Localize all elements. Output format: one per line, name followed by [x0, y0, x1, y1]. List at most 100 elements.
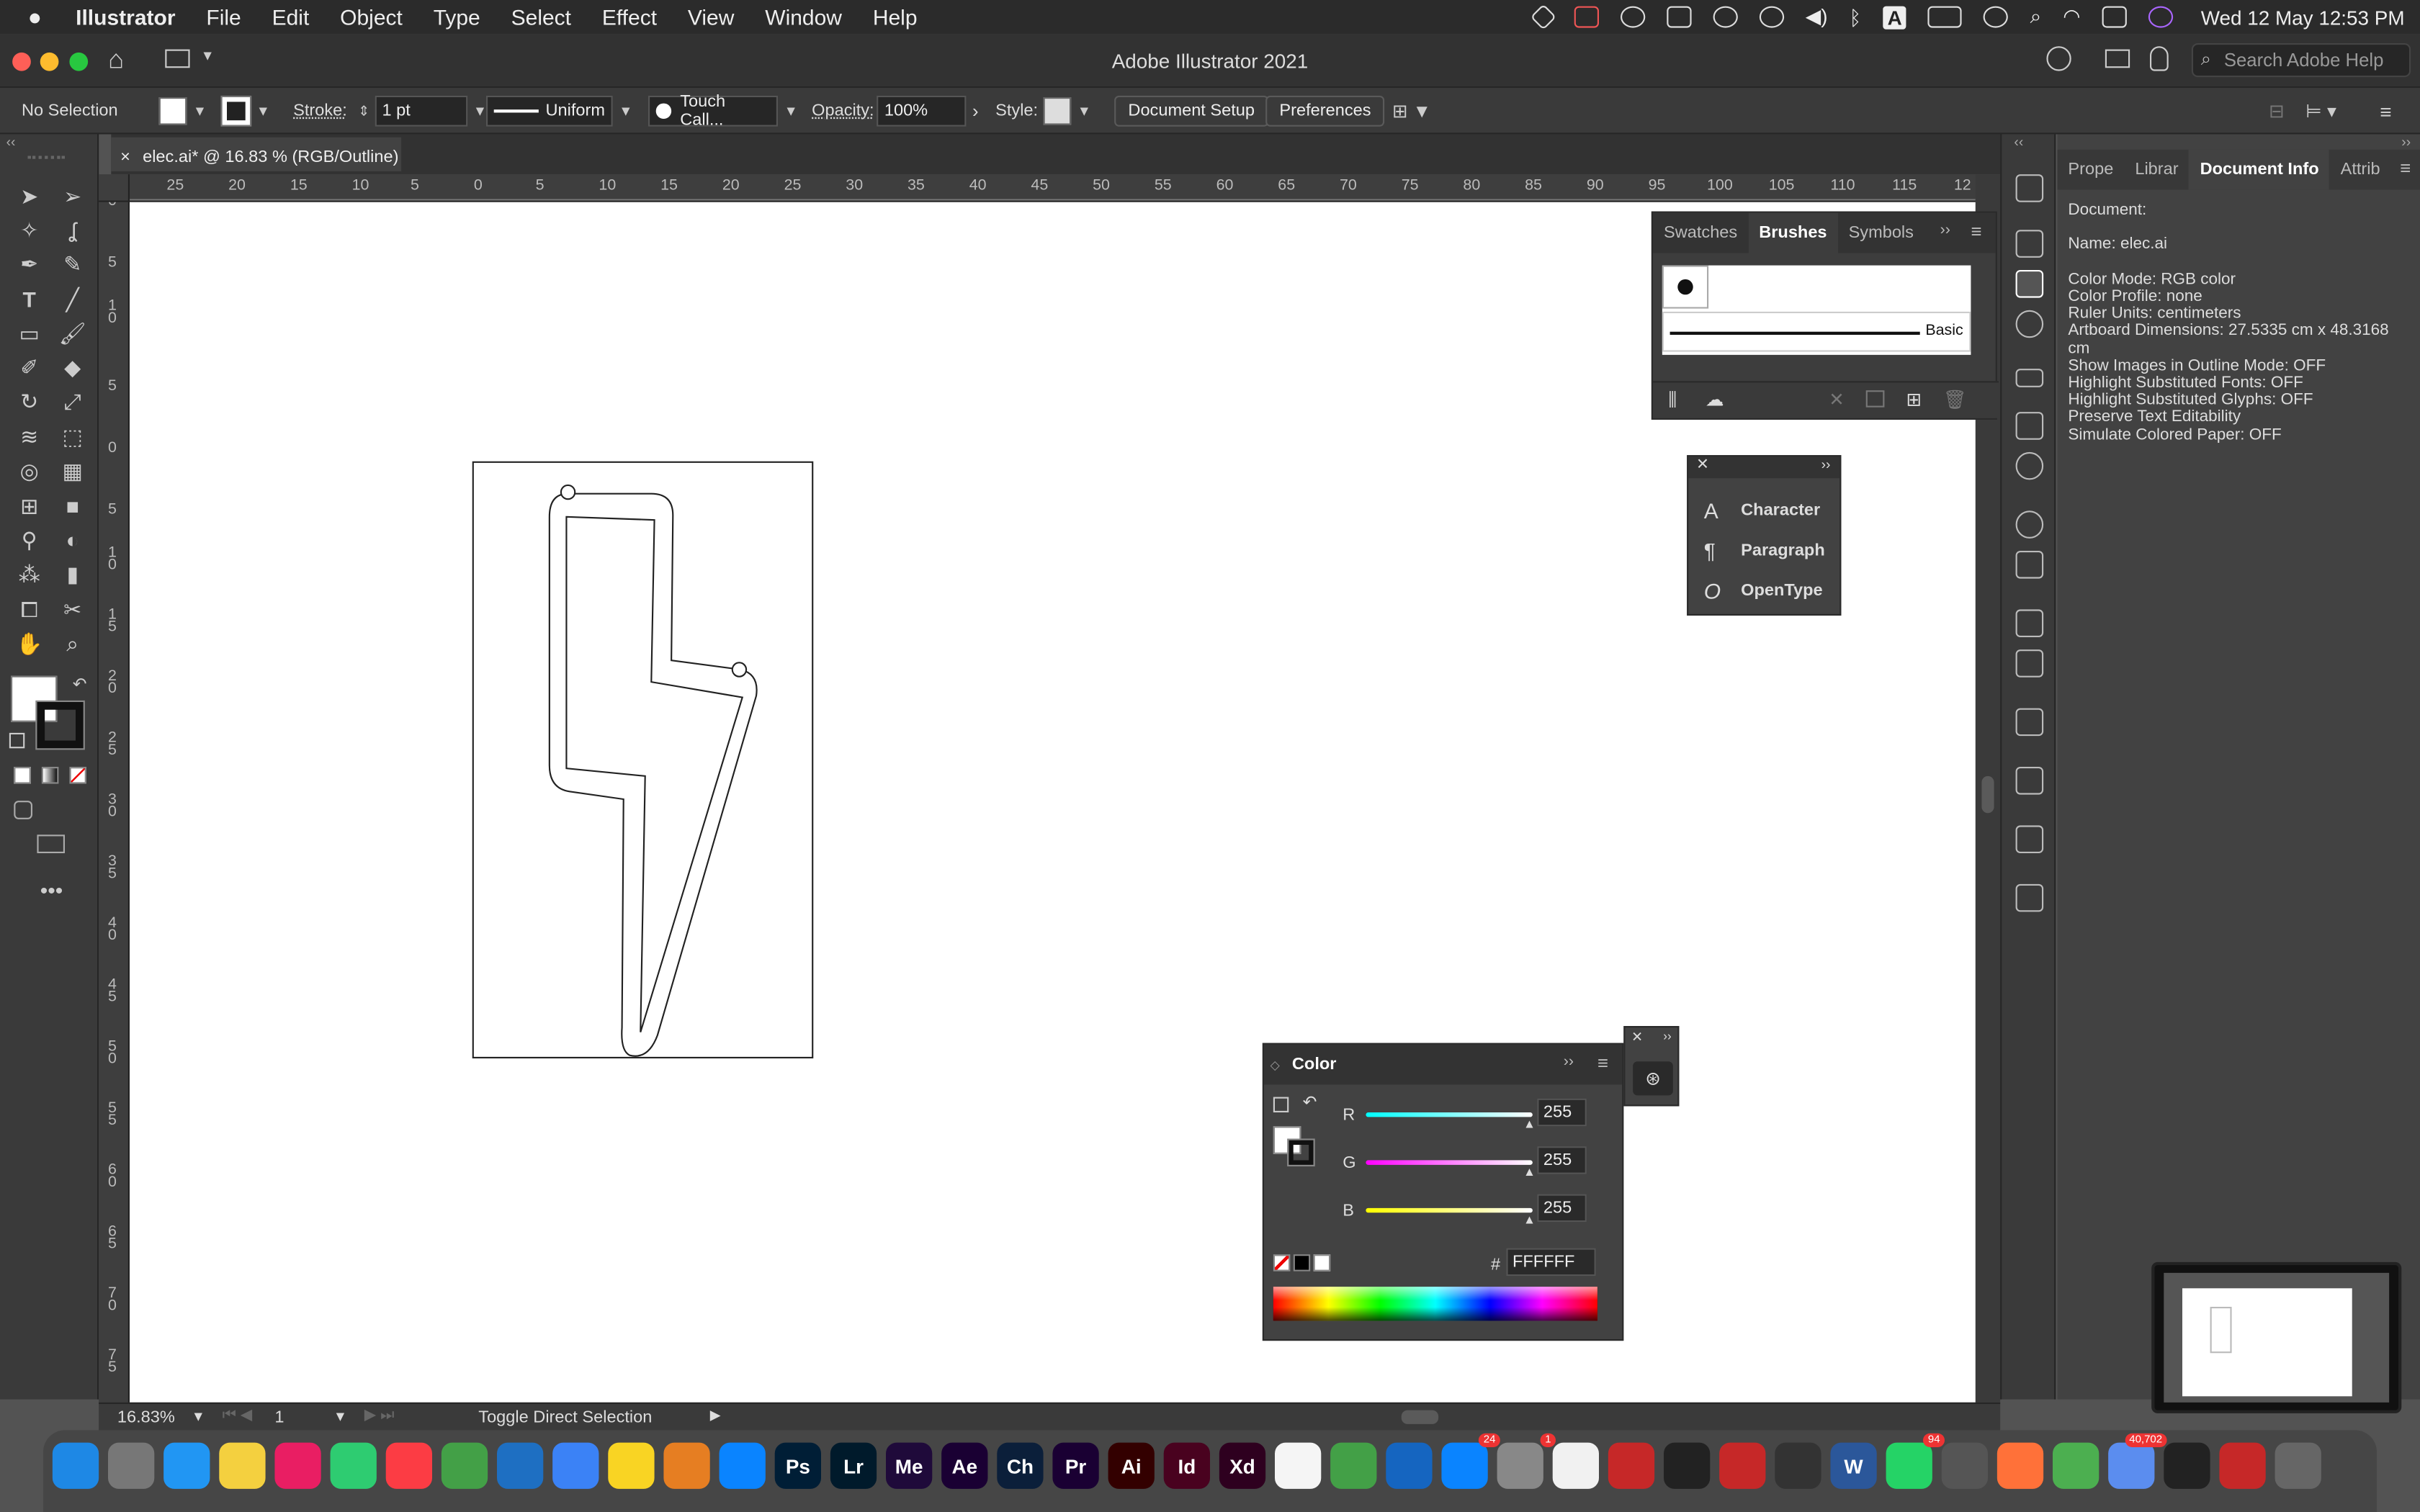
green-slider[interactable]	[1366, 1160, 1533, 1165]
document-setup-button[interactable]: Document Setup	[1114, 95, 1269, 127]
dock-app-icon[interactable]: Me	[886, 1442, 933, 1489]
dock-app-icon[interactable]	[552, 1442, 599, 1489]
tray-app-icon[interactable]	[1574, 6, 1599, 28]
opacity-field-wrap[interactable]: 100% ›	[877, 95, 979, 127]
dock-app-icon[interactable]	[163, 1442, 210, 1489]
chevron-down-icon[interactable]: ▼	[1077, 104, 1091, 119]
tab-attributes[interactable]: Attrib	[2330, 150, 2391, 190]
preferences-button[interactable]: Preferences	[1265, 95, 1385, 127]
battery-icon[interactable]	[1928, 6, 1963, 28]
line-tool-icon[interactable]: ╱	[55, 284, 89, 315]
control-center-icon[interactable]	[2102, 6, 2127, 28]
dock-app-icon[interactable]: 94	[1886, 1433, 1945, 1489]
tray-screen-icon[interactable]	[1666, 6, 1692, 28]
screen-thumbnail[interactable]	[2151, 1261, 2402, 1413]
menu-view[interactable]: View	[688, 4, 734, 29]
horizontal-ruler[interactable]: 25 20 15 10 5 0 5 10 15 20 25 30 35 40 4…	[130, 174, 1976, 202]
tray-app-icon[interactable]	[1620, 6, 1645, 28]
chevron-down-icon[interactable]: ▼	[333, 1408, 347, 1423]
brush-libraries-icon[interactable]: ⫼	[1668, 389, 1677, 412]
graphic-style-swatch[interactable]: ▼	[1043, 96, 1091, 127]
type-tool-icon[interactable]: T	[12, 284, 46, 315]
dock-app-icon[interactable]	[1386, 1442, 1433, 1489]
appearance-icon[interactable]	[2015, 510, 2044, 539]
chevron-down-icon[interactable]: ▼	[784, 104, 798, 119]
perspective-grid-tool-icon[interactable]: ▦	[55, 455, 89, 486]
swap-fill-stroke-icon[interactable]: ↶	[73, 674, 87, 695]
eyedropper-tool-icon[interactable]: ⚲	[12, 525, 46, 556]
delete-brush-icon[interactable]: 🗑	[1943, 389, 1967, 410]
rectangle-tool-icon[interactable]: ▭	[12, 318, 46, 348]
slice-tool-icon[interactable]: ✂	[55, 594, 89, 625]
lightbulb-icon[interactable]	[2150, 46, 2169, 71]
rotate-tool-icon[interactable]: ↻	[12, 386, 46, 417]
status-menu-icon[interactable]: ▶	[710, 1407, 721, 1424]
more-tools-icon[interactable]: •••	[40, 878, 63, 902]
siri-icon[interactable]	[2148, 6, 2174, 28]
free-transform-tool-icon[interactable]: ⬚	[55, 421, 89, 452]
dock-app-icon[interactable]	[52, 1442, 99, 1489]
selection-tool-icon[interactable]: ➤	[12, 181, 46, 212]
dock-app-icon[interactable]	[2164, 1442, 2210, 1489]
dock-app-icon[interactable]	[1941, 1442, 1988, 1489]
dock-app-icon[interactable]: Lr	[830, 1442, 877, 1489]
white-color-swatch[interactable]	[1313, 1254, 1331, 1272]
color-guide-icon[interactable]: ⊛	[1633, 1061, 1673, 1096]
shape-builder-tool-icon[interactable]: ◎	[12, 455, 46, 486]
menu-file[interactable]: File	[206, 4, 241, 29]
color-mode-icon[interactable]	[14, 767, 31, 784]
dock-app-icon[interactable]	[330, 1442, 377, 1489]
stroke-icon[interactable]	[2015, 369, 2044, 387]
menu-object[interactable]: Object	[340, 4, 403, 29]
default-fill-stroke-icon[interactable]	[9, 732, 25, 749]
lasso-tool-icon[interactable]: ʆ	[55, 215, 89, 246]
dock-app-icon[interactable]	[608, 1442, 655, 1489]
dock-app-icon[interactable]	[2275, 1442, 2321, 1489]
align-icon[interactable]	[2015, 825, 2044, 853]
dock-app-icon[interactable]	[1719, 1442, 1766, 1489]
collapse-icon[interactable]: ‹‹	[2014, 134, 2023, 149]
wifi-icon[interactable]: ◠	[2063, 4, 2080, 29]
brush-definition[interactable]: Touch Call... ▼	[648, 93, 798, 130]
menu-edit[interactable]: Edit	[272, 4, 310, 29]
document-tab[interactable]: × elec.ai* @ 16.83 % (RGB/Outline)	[111, 137, 402, 171]
shaper-tool-icon[interactable]: ✐	[12, 352, 46, 383]
pen-tool-icon[interactable]: ✒	[12, 248, 46, 279]
dock-app-icon[interactable]: 24	[1441, 1433, 1500, 1489]
opacity-label[interactable]: Opacity:	[812, 96, 874, 127]
width-tool-icon[interactable]: ≋	[12, 421, 46, 452]
control-menu-icon[interactable]: ≡	[2380, 96, 2391, 127]
dock-app-icon[interactable]	[1775, 1442, 1821, 1489]
eraser-tool-icon[interactable]: ◆	[55, 352, 89, 383]
expand-panel-icon[interactable]: ››	[1821, 456, 1831, 472]
arrange-documents-icon[interactable]: ⊞ ▼	[1392, 96, 1431, 127]
blue-slider[interactable]	[1366, 1207, 1533, 1213]
tab-brushes[interactable]: Brushes	[1748, 212, 1838, 253]
brushes-icon[interactable]	[2015, 270, 2044, 298]
blue-value-field[interactable]: 255	[1537, 1194, 1587, 1223]
tray-gear-icon[interactable]	[1713, 6, 1738, 28]
expand-panel-icon[interactable]: ››	[1564, 1054, 1574, 1071]
dock-app-icon[interactable]	[497, 1442, 544, 1489]
menu-app-name[interactable]: Illustrator	[76, 4, 175, 29]
fill-swatch[interactable]: ▼	[158, 96, 207, 127]
dock-app-icon[interactable]: Ps	[774, 1442, 821, 1489]
artboard-tool-icon[interactable]: ⧠	[12, 594, 46, 625]
swap-fill-stroke-icon[interactable]	[1273, 1097, 1289, 1112]
tab-symbols[interactable]: Symbols	[1838, 213, 1924, 253]
expand-panel-icon[interactable]: ››	[1663, 1029, 1671, 1043]
bluetooth-icon[interactable]: ᛒ	[1850, 6, 1862, 29]
dock-app-icon[interactable]	[108, 1442, 155, 1489]
dock-app-icon[interactable]: Pr	[1052, 1442, 1099, 1489]
mesh-tool-icon[interactable]: ⊞	[12, 490, 46, 521]
blend-tool-icon[interactable]: ◐	[55, 525, 89, 556]
asset-export-icon[interactable]	[2015, 649, 2044, 678]
dock-app-icon[interactable]: Ai	[1108, 1442, 1155, 1489]
apple-icon[interactable]: ●	[28, 4, 42, 30]
spotlight-icon[interactable]: ⌕	[2030, 4, 2042, 29]
reset-colors-icon[interactable]: ↶	[1303, 1092, 1317, 1112]
expand-panel-icon[interactable]: ››	[1940, 222, 1950, 240]
close-tab-icon[interactable]: ×	[120, 148, 130, 167]
dock-app-icon[interactable]: 1	[1497, 1433, 1556, 1489]
screen-mode-icon[interactable]	[37, 834, 65, 853]
